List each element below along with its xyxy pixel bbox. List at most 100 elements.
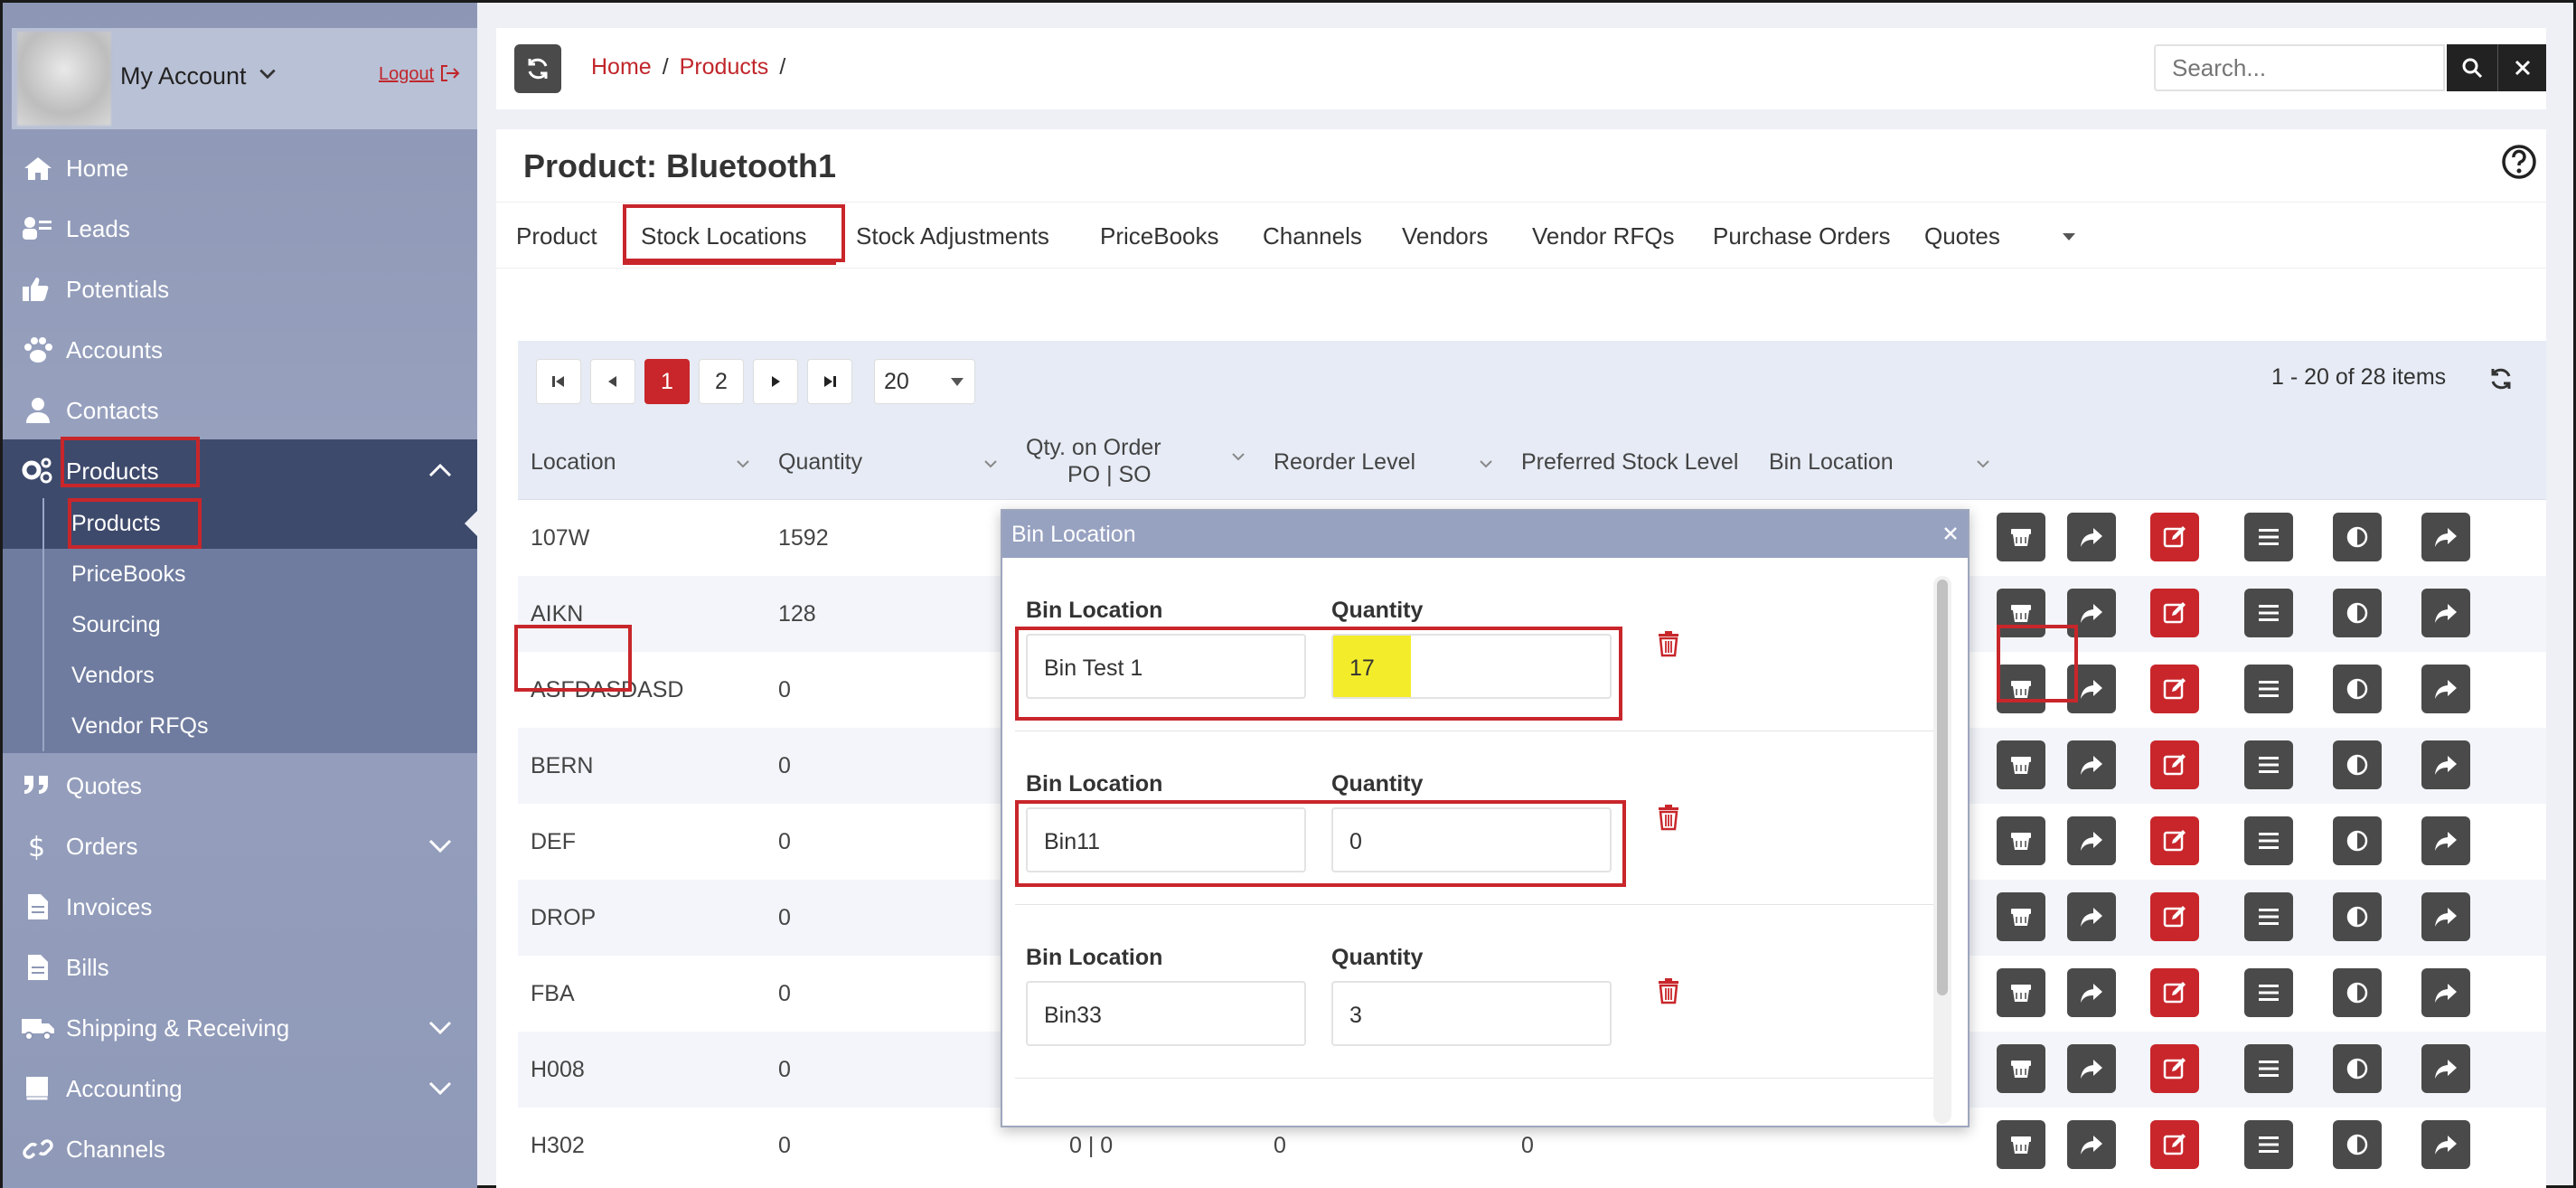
bin-location-button[interactable] bbox=[1997, 968, 2045, 1017]
search-input[interactable] bbox=[2154, 44, 2445, 91]
nav-channels[interactable]: Channels bbox=[3, 1117, 477, 1177]
sub-item-pricebooks[interactable]: PriceBooks bbox=[3, 549, 477, 599]
tab-purchase-orders[interactable]: Purchase Orders bbox=[1713, 222, 1891, 250]
nav-orders[interactable]: $ Orders bbox=[3, 815, 477, 874]
chevron-down-icon[interactable] bbox=[1230, 451, 1246, 462]
move-button[interactable] bbox=[2421, 740, 2470, 789]
tab-quotes[interactable]: Quotes bbox=[1924, 222, 2000, 250]
move-button[interactable] bbox=[2421, 816, 2470, 865]
chevron-down-icon[interactable] bbox=[428, 836, 453, 854]
search-button[interactable] bbox=[2447, 44, 2497, 91]
bin-location-field[interactable]: Bin11 bbox=[1026, 807, 1306, 872]
details-button[interactable] bbox=[2244, 589, 2293, 637]
tab-product[interactable]: Product bbox=[516, 222, 597, 250]
close-icon[interactable] bbox=[1941, 523, 1960, 543]
help-icon[interactable] bbox=[2501, 144, 2537, 180]
edit-button[interactable] bbox=[2150, 589, 2199, 637]
chevron-down-icon[interactable] bbox=[982, 458, 999, 469]
page-size-select[interactable]: 20 bbox=[874, 359, 975, 404]
edit-button[interactable] bbox=[2150, 1044, 2199, 1093]
bin-location-field[interactable]: Bin33 bbox=[1026, 981, 1306, 1046]
nav-invoices[interactable]: Invoices bbox=[3, 875, 477, 935]
adjust-button[interactable] bbox=[2333, 589, 2382, 637]
adjust-button[interactable] bbox=[2333, 968, 2382, 1017]
sub-item-vendor-rfqs[interactable]: Vendor RFQs bbox=[3, 701, 477, 751]
col-quantity[interactable]: Quantity bbox=[778, 449, 862, 476]
sub-item-vendors[interactable]: Vendors bbox=[3, 650, 477, 701]
details-button[interactable] bbox=[2244, 816, 2293, 865]
breadcrumb-products[interactable]: Products bbox=[680, 54, 769, 80]
tab-vendor-rfqs[interactable]: Vendor RFQs bbox=[1532, 222, 1675, 250]
col-bin-location[interactable]: Bin Location bbox=[1769, 449, 1894, 476]
tab-stock-adjustments[interactable]: Stock Adjustments bbox=[856, 222, 1049, 250]
tab-pricebooks[interactable]: PriceBooks bbox=[1100, 222, 1219, 250]
details-button[interactable] bbox=[2244, 1044, 2293, 1093]
edit-button[interactable] bbox=[2150, 1120, 2199, 1169]
details-button[interactable] bbox=[2244, 968, 2293, 1017]
move-button[interactable] bbox=[2421, 665, 2470, 713]
transfer-button[interactable] bbox=[2067, 1120, 2116, 1169]
transfer-button[interactable] bbox=[2067, 892, 2116, 941]
tab-vendors[interactable]: Vendors bbox=[1402, 222, 1488, 250]
trash-icon[interactable] bbox=[1657, 630, 1680, 657]
bin-location-button[interactable] bbox=[1997, 513, 2045, 561]
chevron-down-icon[interactable] bbox=[428, 1018, 453, 1036]
nav-quotes[interactable]: Quotes bbox=[3, 754, 477, 814]
edit-button[interactable] bbox=[2150, 665, 2199, 713]
move-button[interactable] bbox=[2421, 1120, 2470, 1169]
bin-location-button[interactable] bbox=[1997, 665, 2045, 713]
transfer-button[interactable] bbox=[2067, 589, 2116, 637]
edit-button[interactable] bbox=[2150, 816, 2199, 865]
adjust-button[interactable] bbox=[2333, 816, 2382, 865]
bin-location-button[interactable] bbox=[1997, 816, 2045, 865]
tab-channels[interactable]: Channels bbox=[1263, 222, 1362, 250]
details-button[interactable] bbox=[2244, 1120, 2293, 1169]
nav-accounts[interactable]: Accounts bbox=[3, 318, 477, 378]
details-button[interactable] bbox=[2244, 513, 2293, 561]
last-page-button[interactable] bbox=[807, 359, 852, 404]
dialog-scrollbar[interactable] bbox=[1933, 576, 1951, 1124]
details-button[interactable] bbox=[2244, 892, 2293, 941]
move-button[interactable] bbox=[2421, 968, 2470, 1017]
edit-button[interactable] bbox=[2150, 513, 2199, 561]
bin-location-button[interactable] bbox=[1997, 1120, 2045, 1169]
bin-location-button[interactable] bbox=[1997, 589, 2045, 637]
caret-down-icon[interactable] bbox=[2060, 230, 2078, 242]
adjust-button[interactable] bbox=[2333, 892, 2382, 941]
transfer-button[interactable] bbox=[2067, 1044, 2116, 1093]
transfer-button[interactable] bbox=[2067, 968, 2116, 1017]
nav-potentials[interactable]: Potentials bbox=[3, 258, 477, 317]
col-location[interactable]: Location bbox=[531, 449, 616, 476]
move-button[interactable] bbox=[2421, 1044, 2470, 1093]
sub-item-sourcing[interactable]: Sourcing bbox=[3, 599, 477, 650]
chevron-down-icon[interactable] bbox=[1975, 458, 1991, 469]
prev-page-button[interactable] bbox=[590, 359, 635, 404]
nav-leads[interactable]: Leads bbox=[3, 197, 477, 257]
nav-contacts[interactable]: Contacts bbox=[3, 379, 477, 438]
trash-icon[interactable] bbox=[1657, 977, 1680, 1004]
refresh-icon[interactable] bbox=[2488, 366, 2514, 391]
adjust-button[interactable] bbox=[2333, 740, 2382, 789]
adjust-button[interactable] bbox=[2333, 513, 2382, 561]
next-page-button[interactable] bbox=[753, 359, 798, 404]
col-preferred-stock-level[interactable]: Preferred Stock Level bbox=[1521, 449, 1738, 476]
sub-item-products[interactable]: Products bbox=[3, 498, 477, 549]
refresh-button[interactable] bbox=[514, 44, 561, 93]
transfer-button[interactable] bbox=[2067, 816, 2116, 865]
adjust-button[interactable] bbox=[2333, 1120, 2382, 1169]
col-reorder-level[interactable]: Reorder Level bbox=[1274, 449, 1415, 476]
edit-button[interactable] bbox=[2150, 892, 2199, 941]
move-button[interactable] bbox=[2421, 892, 2470, 941]
page-2-button[interactable]: 2 bbox=[699, 359, 744, 404]
page-1-button[interactable]: 1 bbox=[644, 359, 690, 404]
transfer-button[interactable] bbox=[2067, 740, 2116, 789]
bin-location-button[interactable] bbox=[1997, 892, 2045, 941]
nav-products[interactable]: Products bbox=[3, 439, 477, 499]
nav-home[interactable]: Home bbox=[3, 137, 477, 196]
edit-button[interactable] bbox=[2150, 740, 2199, 789]
nav-shipping[interactable]: Shipping & Receiving bbox=[3, 996, 477, 1056]
chevron-up-icon[interactable] bbox=[428, 461, 453, 479]
col-qty-on-order[interactable]: Qty. on Order bbox=[1026, 435, 1161, 461]
move-button[interactable] bbox=[2421, 589, 2470, 637]
nav-bills[interactable]: Bills bbox=[3, 936, 477, 995]
